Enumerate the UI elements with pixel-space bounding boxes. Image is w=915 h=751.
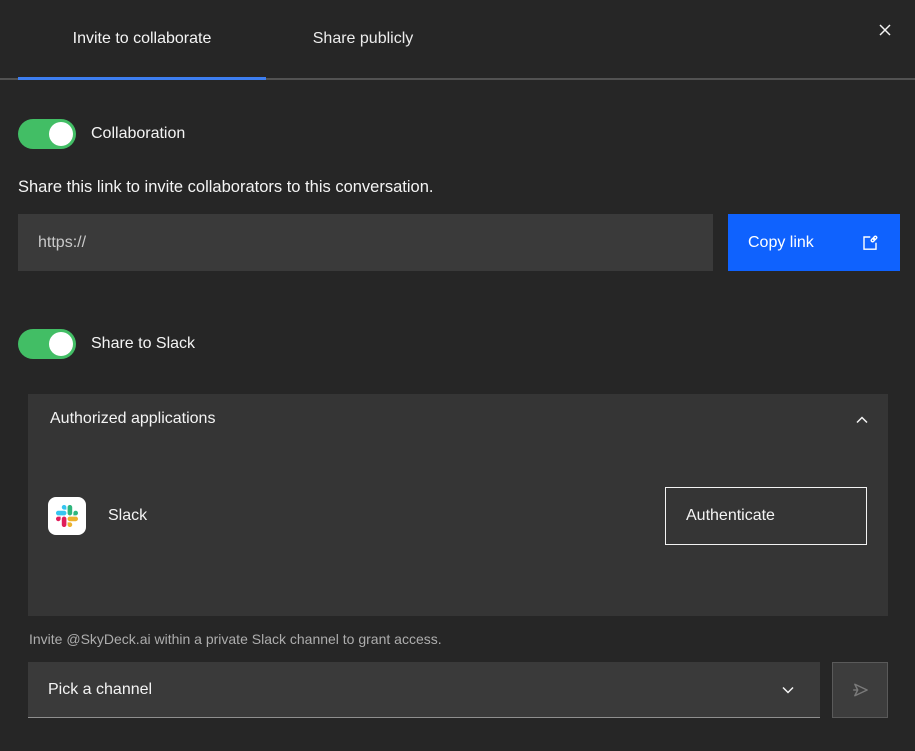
tab-label: Share publicly bbox=[313, 30, 414, 48]
chevron-down-icon bbox=[780, 682, 796, 698]
share-to-slack-toggle-row: Share to Slack bbox=[18, 329, 195, 359]
close-icon bbox=[877, 22, 893, 38]
tab-invite-to-collaborate[interactable]: Invite to collaborate bbox=[18, 0, 266, 78]
slack-helper-text: Invite @SkyDeck.ai within a private Slac… bbox=[29, 631, 442, 647]
active-tab-underline bbox=[18, 77, 266, 80]
close-button[interactable] bbox=[867, 12, 903, 48]
authenticate-button[interactable]: Authenticate bbox=[665, 487, 867, 545]
share-to-slack-toggle-label: Share to Slack bbox=[91, 335, 195, 353]
collaboration-toggle-label: Collaboration bbox=[91, 125, 185, 143]
share-to-slack-toggle[interactable] bbox=[18, 329, 76, 359]
toggle-knob bbox=[49, 122, 73, 146]
authorized-applications-title: Authorized applications bbox=[50, 410, 215, 428]
collaboration-toggle-row: Collaboration bbox=[18, 119, 185, 149]
copy-link-label: Copy link bbox=[748, 234, 814, 252]
channel-picker-row: Pick a channel bbox=[28, 662, 888, 718]
link-row: Copy link bbox=[18, 214, 900, 271]
channel-dropdown-value: Pick a channel bbox=[48, 681, 152, 699]
tab-label: Invite to collaborate bbox=[73, 30, 212, 48]
send-to-channel-button[interactable] bbox=[832, 662, 888, 718]
send-icon bbox=[849, 679, 871, 701]
collapse-panel-button[interactable] bbox=[846, 404, 878, 436]
tab-bar: Invite to collaborate Share publicly bbox=[0, 0, 915, 80]
slack-logo-icon bbox=[48, 497, 86, 535]
tab-share-publicly[interactable]: Share publicly bbox=[266, 0, 460, 78]
share-link-description: Share this link to invite collaborators … bbox=[18, 178, 433, 197]
chevron-up-icon bbox=[854, 412, 870, 428]
slack-app-row: Slack Authenticate bbox=[48, 487, 867, 545]
slack-app-name: Slack bbox=[108, 507, 665, 525]
toggle-knob bbox=[49, 332, 73, 356]
channel-dropdown[interactable]: Pick a channel bbox=[28, 662, 820, 718]
authorized-applications-panel: Authorized applications Slack Authentica… bbox=[28, 394, 888, 616]
share-link-input[interactable] bbox=[18, 214, 713, 271]
copy-link-button[interactable]: Copy link bbox=[728, 214, 900, 271]
copy-link-icon bbox=[860, 233, 880, 253]
share-dialog: Invite to collaborate Share publicly Col… bbox=[0, 0, 915, 751]
collaboration-toggle[interactable] bbox=[18, 119, 76, 149]
